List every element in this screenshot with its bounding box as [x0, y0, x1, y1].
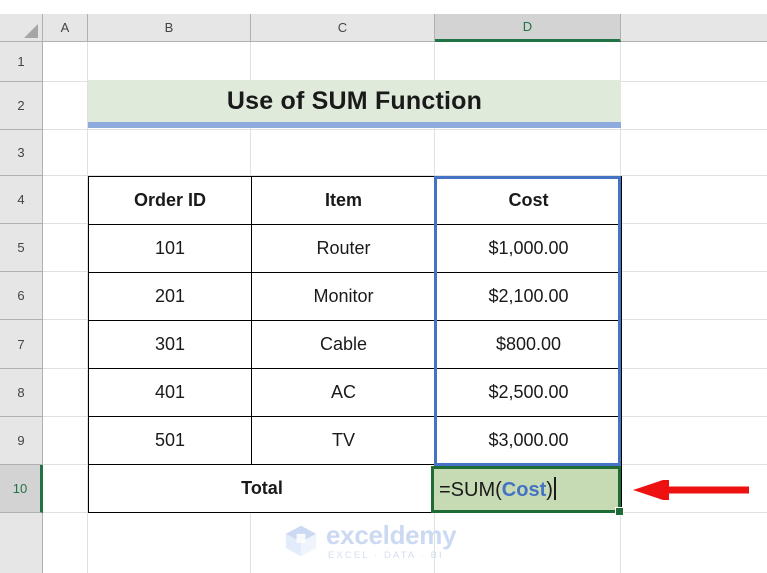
row-header-7-label: 7	[17, 336, 25, 352]
cell-cost[interactable]: $1,000.00	[435, 224, 622, 273]
table-row: 201 Monitor $2,100.00	[88, 272, 622, 321]
cell-item[interactable]: Monitor	[251, 272, 436, 321]
data-table-wrapper: Order ID Item Cost 101 Router $1,000.00 …	[88, 176, 622, 513]
table-row: 501 TV $3,000.00	[88, 416, 622, 465]
row-header-6-label: 6	[17, 288, 25, 303]
formula-suffix: )	[546, 479, 553, 501]
table-row: 301 Cable $800.00	[88, 320, 622, 369]
cell-order-id[interactable]: 401	[88, 368, 252, 417]
column-header-d[interactable]: D	[435, 14, 621, 42]
row-header-10[interactable]: 10	[0, 465, 43, 513]
formula-prefix: =SUM(	[439, 479, 502, 501]
cell-order-id[interactable]: 301	[88, 320, 252, 369]
sheet-title-banner[interactable]: Use of SUM Function	[88, 80, 621, 128]
cell-order-id[interactable]: 101	[88, 224, 252, 273]
cell-order-id[interactable]: 501	[88, 416, 252, 465]
gridline-horizontal	[43, 129, 767, 130]
row-header-5-label: 5	[17, 240, 25, 255]
watermark-text-group: exceldemy EXCEL · DATA · BI	[326, 519, 457, 561]
cell-total-label[interactable]: Total	[88, 464, 436, 513]
column-header-b-label: B	[164, 20, 174, 35]
cell-item[interactable]: Router	[251, 224, 436, 273]
column-header-e[interactable]	[621, 14, 767, 42]
row-header-9-label: 9	[17, 433, 25, 448]
row-header-1-label: 1	[17, 54, 25, 69]
cell-cost[interactable]: $3,000.00	[435, 416, 622, 465]
column-header-b[interactable]: B	[88, 14, 251, 42]
spreadsheet-canvas: A B C D 1 2 3 4 5 6 7 8 9 10 Use of SUM …	[0, 0, 767, 573]
exceldemy-logo-icon	[285, 525, 317, 557]
row-header-2[interactable]: 2	[0, 82, 43, 130]
table-row: 401 AC $2,500.00	[88, 368, 622, 417]
formula-named-range: Cost	[501, 479, 547, 501]
sheet-title-text: Use of SUM Function	[226, 86, 483, 115]
row-header-3[interactable]: 3	[0, 130, 43, 176]
red-arrow-annotation-icon	[633, 480, 749, 500]
cell-cost[interactable]: $800.00	[435, 320, 622, 369]
column-header-c[interactable]: C	[251, 14, 435, 42]
row-header-4[interactable]: 4	[0, 176, 43, 224]
cell-cost[interactable]: $2,100.00	[435, 272, 622, 321]
column-header-c-label: C	[337, 20, 348, 35]
column-header-item[interactable]: Item	[251, 176, 436, 225]
row-header-10-label: 10	[12, 481, 28, 496]
text-cursor	[553, 477, 556, 500]
row-header-7[interactable]: 7	[0, 320, 43, 369]
data-table: Order ID Item Cost 101 Router $1,000.00 …	[88, 176, 622, 513]
column-header-order-id[interactable]: Order ID	[88, 176, 252, 225]
column-header-a-label: A	[60, 20, 70, 35]
column-header-cost[interactable]: Cost	[435, 176, 622, 225]
cell-cost[interactable]: $2,500.00	[435, 368, 622, 417]
formula-text: =SUM(Cost)	[439, 477, 556, 502]
row-header-8[interactable]: 8	[0, 369, 43, 417]
row-header-11[interactable]	[0, 513, 43, 573]
watermark-brand: exceldemy	[326, 519, 457, 550]
table-row: 101 Router $1,000.00	[88, 224, 622, 273]
exceldemy-watermark: exceldemy EXCEL · DATA · BI	[283, 521, 479, 561]
fill-handle[interactable]	[615, 507, 624, 516]
table-header-row: Order ID Item Cost	[88, 176, 622, 225]
row-header-5[interactable]: 5	[0, 224, 43, 272]
row-header-2-label: 2	[17, 98, 25, 113]
select-all-button[interactable]	[0, 14, 43, 42]
active-cell-formula-editor[interactable]: =SUM(Cost)	[431, 466, 621, 513]
row-header-8-label: 8	[17, 385, 25, 400]
row-header-3-label: 3	[17, 145, 25, 160]
watermark-tagline: EXCEL · DATA · BI	[328, 549, 444, 561]
row-header-6[interactable]: 6	[0, 272, 43, 320]
select-all-triangle-icon	[24, 24, 38, 38]
column-header-a[interactable]: A	[43, 14, 88, 42]
row-header-1[interactable]: 1	[0, 42, 43, 82]
column-header-d-label: D	[522, 19, 533, 34]
cell-item[interactable]: TV	[251, 416, 436, 465]
cell-item[interactable]: Cable	[251, 320, 436, 369]
row-header-9[interactable]: 9	[0, 417, 43, 465]
cell-order-id[interactable]: 201	[88, 272, 252, 321]
cell-item[interactable]: AC	[251, 368, 436, 417]
row-header-4-label: 4	[17, 192, 25, 207]
